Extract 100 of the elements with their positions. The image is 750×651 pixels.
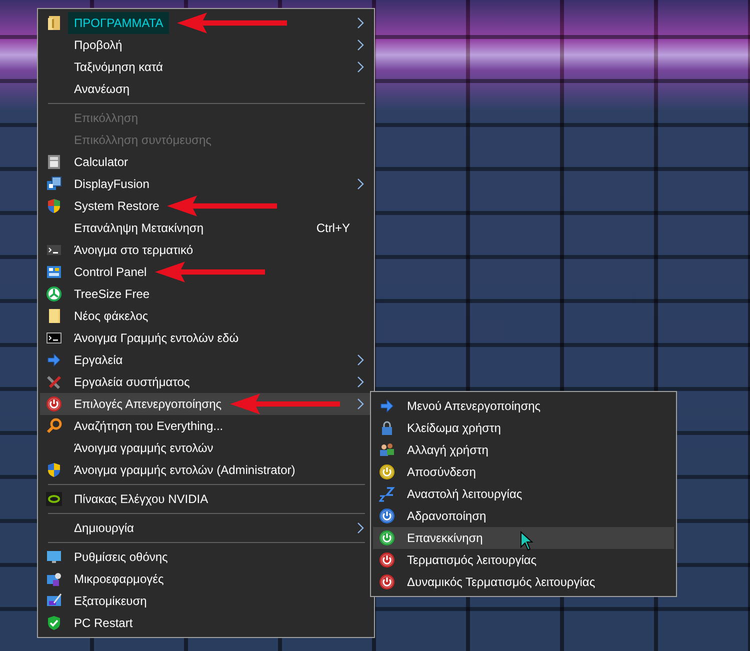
menu-label: Κλείδωμα χρήστη	[407, 420, 501, 437]
menu-item[interactable]: TreeSize Free	[40, 283, 372, 305]
calculator-icon	[46, 154, 62, 170]
menu-item[interactable]: System Restore	[40, 195, 372, 217]
tools-icon	[46, 374, 62, 390]
menu-item[interactable]: Control Panel	[40, 261, 372, 283]
menu-label: Αδρανοποίηση	[407, 508, 486, 525]
nvidia-icon	[46, 491, 62, 507]
menu-label: Αναστολή λειτουργίας	[407, 486, 522, 503]
power-icon	[379, 552, 395, 568]
menu-item[interactable]: Νέος φάκελος	[40, 305, 372, 327]
control-panel-icon	[46, 264, 62, 280]
menu-label: Αναζήτηση του Everything...	[74, 418, 224, 435]
gadgets-icon	[46, 571, 62, 587]
menu-item[interactable]: Επανάληψη Μετακίνηση Ctrl+Y	[40, 217, 372, 239]
menu-label: Εξατομίκευση	[74, 593, 147, 610]
command-prompt-icon	[46, 330, 62, 346]
lock-icon	[379, 420, 395, 436]
power-icon	[46, 396, 62, 412]
menu-label: Επιλογές Απενεργοποίησης	[74, 396, 222, 413]
menu-item[interactable]: PC Restart	[40, 612, 372, 634]
menu-item[interactable]: Αναστολή λειτουργίας	[373, 483, 674, 505]
menu-item[interactable]: Πίνακας Ελέγχου NVIDIA	[40, 488, 372, 510]
shortcut-text: Ctrl+Y	[316, 220, 350, 237]
menu-item[interactable]: Calculator	[40, 151, 372, 173]
menu-item[interactable]: Εργαλεία συστήματος	[40, 371, 372, 393]
menu-item[interactable]: Αναζήτηση του Everything...	[40, 415, 372, 437]
menu-label: Άνοιγμα στο τερματικό	[74, 242, 194, 259]
menu-item[interactable]: Αποσύνδεση	[373, 461, 674, 483]
menu-item[interactable]: Κλείδωμα χρήστη	[373, 417, 674, 439]
menu-item[interactable]: Άνοιγμα γραμμής εντολών (Administrator)	[40, 459, 372, 481]
monitor-icon	[46, 549, 62, 565]
menu-item[interactable]: Εξατομίκευση	[40, 590, 372, 612]
menu-label: Εργαλεία συστήματος	[74, 374, 190, 391]
menu-label: Μενού Απενεργοποίησης	[407, 398, 541, 415]
cursor-icon	[520, 531, 534, 551]
menu-item[interactable]: DisplayFusion	[40, 173, 372, 195]
menu-item[interactable]: Επανεκκίνηση	[373, 527, 674, 549]
menu-item[interactable]: Εργαλεία	[40, 349, 372, 371]
search-icon	[46, 418, 62, 434]
menu-label: Ρυθμίσεις οθόνης	[74, 549, 168, 566]
menu-label: Δημιουργία	[74, 520, 134, 537]
menu-label: System Restore	[74, 198, 160, 215]
menu-label: Αποσύνδεση	[407, 464, 476, 481]
menu-item[interactable]: Προβολή	[40, 34, 372, 56]
menu-item[interactable]: Δημιουργία	[40, 517, 372, 539]
arrow-icon	[46, 352, 62, 368]
shield-icon	[46, 198, 62, 214]
personalize-icon	[46, 593, 62, 609]
menu-label: TreeSize Free	[74, 286, 150, 303]
menu-label: Άνοιγμα Γραμμής εντολών εδώ	[74, 330, 239, 347]
menu-label: Ταξινόμηση κατά	[74, 59, 163, 76]
power-icon	[379, 464, 395, 480]
power-icon	[379, 508, 395, 524]
arrow-icon	[379, 398, 395, 414]
menu-item[interactable]: Ρυθμίσεις οθόνης	[40, 546, 372, 568]
menu-item[interactable]: Ταξινόμηση κατά	[40, 56, 372, 78]
menu-item[interactable]: Μικροεφαρμογές	[40, 568, 372, 590]
tree-icon	[46, 286, 62, 302]
menu-item[interactable]: Άνοιγμα γραμμής εντολών	[40, 437, 372, 459]
menu-label: Αλλαγή χρήστη	[407, 442, 488, 459]
menu-item[interactable]: Αλλαγή χρήστη	[373, 439, 674, 461]
menu-label: Ανανέωση	[74, 81, 130, 98]
menu-label: Δυναμικός Τερματισμός λειτουργίας	[407, 574, 596, 591]
menu-label: Calculator	[74, 154, 128, 171]
terminal-icon	[46, 242, 62, 258]
menu-label: Νέος φάκελος	[74, 308, 148, 325]
menu-label: Άνοιγμα γραμμής εντολών	[74, 440, 214, 457]
shield-icon	[46, 462, 62, 478]
users-icon	[379, 442, 395, 458]
menu-label: Πίνακας Ελέγχου NVIDIA	[74, 491, 208, 508]
menu-label: DisplayFusion	[74, 176, 150, 193]
menu-label: Επικόλληση	[74, 110, 138, 127]
menu-label: Άνοιγμα γραμμής εντολών (Administrator)	[74, 462, 296, 479]
menu-item[interactable]: Αδρανοποίηση	[373, 505, 674, 527]
folder-icon	[46, 308, 62, 324]
menu-item[interactable]: Άνοιγμα Γραμμής εντολών εδώ	[40, 327, 372, 349]
menu-label: Μικροεφαρμογές	[74, 571, 164, 588]
sleep-icon	[379, 486, 395, 502]
menu-label: Control Panel	[74, 264, 147, 281]
menu-label: Τερματισμός λειτουργίας	[407, 552, 537, 569]
folder-icon	[46, 15, 62, 31]
menu-label: Επικόλληση συντόμευσης	[74, 132, 212, 149]
menu-label: Επανεκκίνηση	[407, 530, 483, 547]
menu-item[interactable]: Άνοιγμα στο τερματικό	[40, 239, 372, 261]
menu-label: Προβολή	[74, 37, 122, 54]
power-icon	[379, 574, 395, 590]
menu-label: Επανάληψη Μετακίνηση	[74, 220, 204, 237]
shield-check-icon	[46, 615, 62, 631]
menu-label: Εργαλεία	[74, 352, 123, 369]
menu-label: ΠΡΟΓΡΑΜΜΑΤΑ	[68, 12, 170, 34]
menu-item[interactable]: Επιλογές Απενεργοποίησης	[40, 393, 372, 415]
menu-item[interactable]: Μενού Απενεργοποίησης	[373, 395, 674, 417]
menu-item[interactable]: Ανανέωση	[40, 78, 372, 100]
power-icon	[379, 530, 395, 546]
menu-item[interactable]: Τερματισμός λειτουργίας	[373, 549, 674, 571]
windows-icon	[46, 176, 62, 192]
menu-label: PC Restart	[74, 615, 133, 632]
menu-item[interactable]: Δυναμικός Τερματισμός λειτουργίας	[373, 571, 674, 593]
menu-item[interactable]: ΠΡΟΓΡΑΜΜΑΤΑ	[40, 12, 372, 34]
